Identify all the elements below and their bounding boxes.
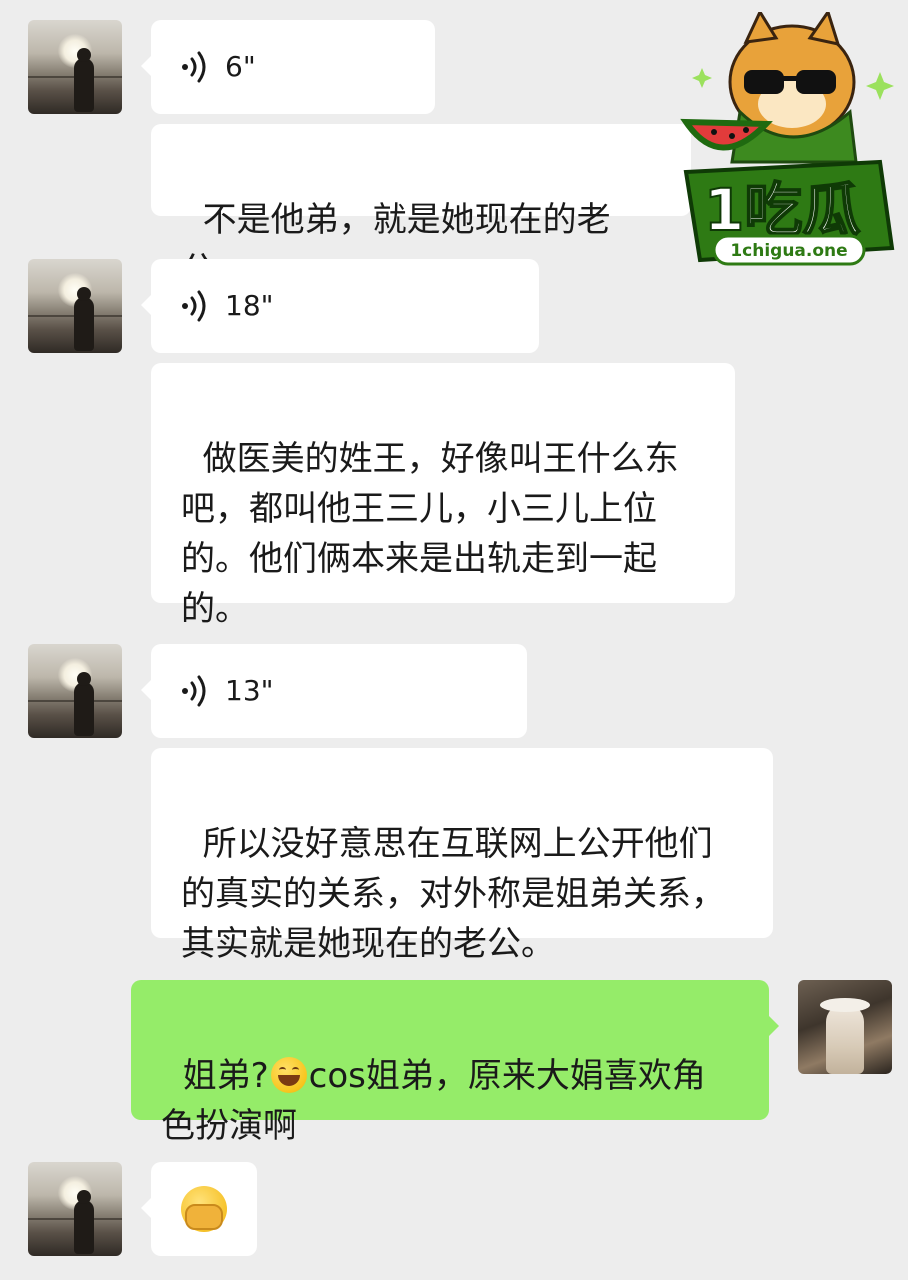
contact-avatar[interactable]: [28, 644, 122, 738]
grin-emoji-icon: [270, 1057, 307, 1093]
silhouette-figure: [74, 1190, 94, 1254]
facepalm-emoji-icon: [181, 1186, 227, 1232]
text-message[interactable]: 所以没好意思在互联网上公开他们的真实的关系，对外称是姐弟关系，其实就是她现在的老…: [151, 748, 773, 964]
voice-message[interactable]: 6": [141, 20, 435, 114]
my-avatar[interactable]: [798, 980, 892, 1074]
sent-message[interactable]: 姐弟? cos姐弟，原来大娟喜欢角色扮演啊: [131, 980, 779, 1146]
silhouette-figure: [74, 48, 94, 112]
voice-wave-icon: [182, 675, 206, 707]
message-text: 做医美的姓王，好像叫王什么东吧，都叫他王三儿，小三儿上位的。他们俩本来是出轨走到…: [181, 439, 679, 629]
silhouette-figure: [74, 287, 94, 351]
text-message[interactable]: 做医美的姓王，好像叫王什么东吧，都叫他王三儿，小三儿上位的。他们俩本来是出轨走到…: [151, 363, 735, 629]
voice-duration: 6": [225, 50, 256, 83]
voice-message[interactable]: 13": [141, 644, 527, 738]
message-text-before: 姐弟?: [182, 1056, 269, 1096]
hat-shape: [820, 998, 870, 1012]
contact-avatar[interactable]: [28, 259, 122, 353]
watermark-logo: 1吃瓜 1chigua.one: [680, 8, 898, 274]
person-shape: [826, 1004, 864, 1074]
voice-duration: 13": [225, 674, 274, 707]
text-message[interactable]: 不是他弟，就是她现在的老公。: [151, 124, 691, 290]
contact-avatar[interactable]: [28, 1162, 122, 1256]
voice-duration: 18": [225, 289, 274, 322]
mascot-logo-icon: 1吃瓜 1chigua.one: [680, 8, 895, 266]
logo-brand-text: 1吃瓜: [704, 176, 860, 244]
emoji-message[interactable]: [141, 1162, 257, 1256]
message-text: 所以没好意思在互联网上公开他们的真实的关系，对外称是姐弟关系，其实就是她现在的老…: [181, 824, 725, 964]
voice-wave-icon: [182, 290, 206, 322]
contact-avatar[interactable]: [28, 20, 122, 114]
voice-wave-icon: [182, 51, 206, 83]
voice-message[interactable]: 18": [141, 259, 539, 353]
logo-domain-text: 1chigua.one: [730, 241, 847, 261]
silhouette-figure: [74, 672, 94, 736]
